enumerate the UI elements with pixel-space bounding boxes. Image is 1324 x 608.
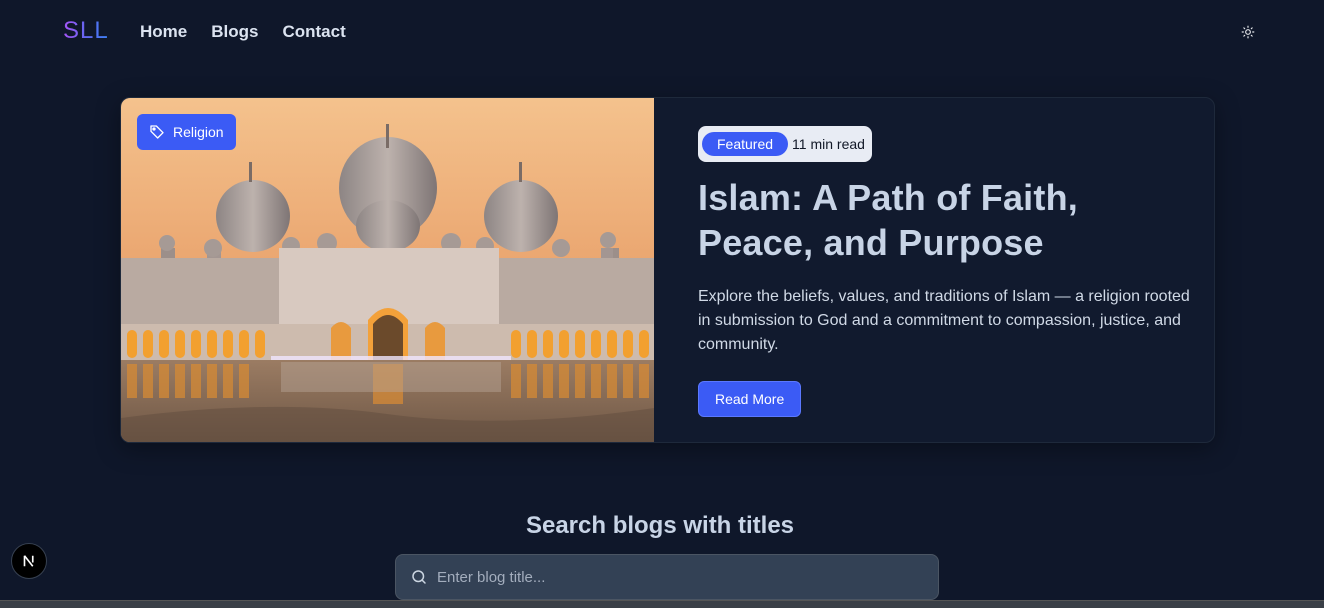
read-more-button[interactable]: Read More bbox=[698, 381, 802, 417]
search-heading: Search blogs with titles bbox=[525, 512, 795, 539]
post-description: Explore the beliefs, values, and traditi… bbox=[698, 288, 1190, 353]
category-label: Religion bbox=[173, 124, 224, 140]
theme-toggle-button[interactable] bbox=[1238, 22, 1258, 42]
bottom-edge-strip bbox=[0, 600, 1324, 608]
featured-post-image[interactable]: Religion bbox=[121, 98, 654, 442]
search-bar[interactable] bbox=[395, 554, 939, 600]
nav-link-home[interactable]: Home bbox=[140, 22, 187, 42]
top-navbar: SLL Home Blogs Contact bbox=[0, 0, 1324, 64]
nav-link-contact[interactable]: Contact bbox=[282, 22, 345, 42]
nextjs-dev-indicator[interactable] bbox=[11, 543, 47, 579]
read-time: 11 min read bbox=[792, 136, 865, 152]
post-meta: Featured 11 min read bbox=[698, 126, 872, 162]
featured-badge: Featured bbox=[702, 132, 789, 156]
search-icon bbox=[412, 570, 426, 584]
site-logo[interactable]: SLL bbox=[63, 17, 109, 45]
nav-link-blogs[interactable]: Blogs bbox=[211, 22, 258, 42]
nav-links: Home Blogs Contact bbox=[140, 22, 346, 42]
tag-icon bbox=[150, 125, 164, 139]
featured-post-content: Featured 11 min read Islam: A Path of Fa… bbox=[698, 126, 1198, 417]
post-title[interactable]: Islam: A Path of Faith, Peace, and Purpo… bbox=[698, 175, 1198, 265]
search-input[interactable] bbox=[437, 568, 917, 586]
featured-post-card: Religion Featured 11 min read Islam: A P… bbox=[120, 97, 1215, 443]
nextjs-icon bbox=[23, 555, 34, 567]
sun-icon bbox=[1241, 25, 1255, 39]
category-badge[interactable]: Religion bbox=[137, 114, 236, 150]
